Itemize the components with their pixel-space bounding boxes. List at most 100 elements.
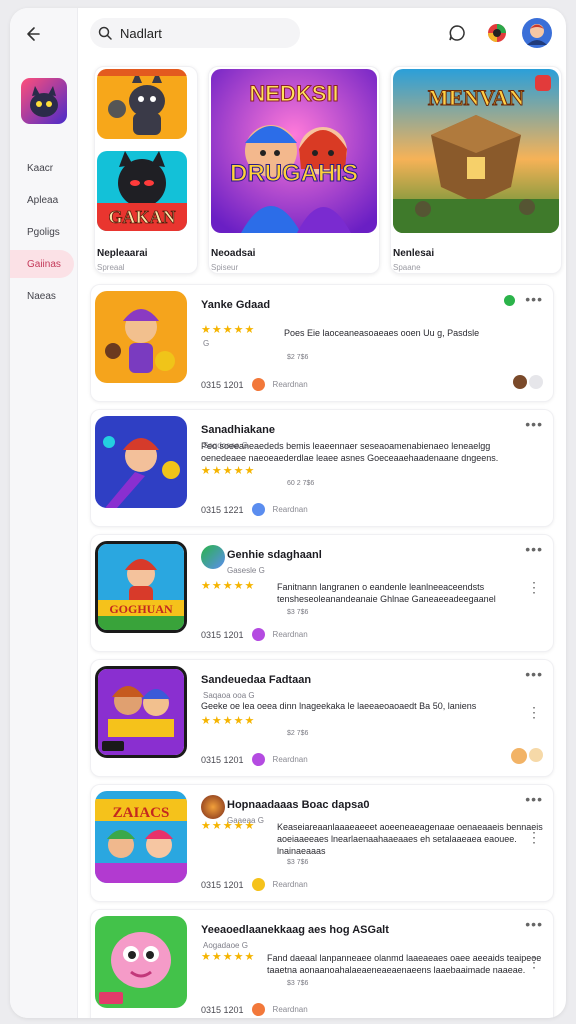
game-code: 0315 1201 [201, 1004, 244, 1015]
game-title: Yeeaoedlaanekkaag aes hog ASGalt [201, 924, 389, 936]
list-item[interactable]: Yeeaoedlaanekkaag aes hog ASGalt Aogadao… [90, 909, 554, 1018]
publisher-icon [251, 1003, 265, 1016]
sidebar-item-1[interactable]: Kaacr [10, 154, 78, 182]
game-description: Peo soeeaneaededs bemis leaeennaer sesea… [201, 441, 499, 463]
sidebar-item-2[interactable]: Apleaa [10, 186, 78, 214]
publisher-name: Reardnan [272, 505, 308, 514]
arrow-left-icon [27, 27, 40, 41]
game-center-button[interactable] [482, 18, 512, 48]
kebab-menu-button[interactable]: ⋮ [527, 954, 541, 971]
rating-stars: ★★★★★ [201, 820, 256, 832]
search-bar[interactable] [90, 18, 300, 48]
game-thumbnail [95, 416, 187, 508]
search-input[interactable] [120, 25, 280, 41]
game-description: Fand daeaal lanpanneaee olanmd laaeaeaes… [267, 953, 542, 975]
game-thumbnail: GOGHUAN [95, 541, 187, 633]
game-subtitle: G [203, 339, 210, 348]
game-code: 0315 1201 [201, 379, 244, 390]
game-description: Geeke oe lea oeea dinn lnageekaka le lae… [201, 701, 477, 711]
game-price: $2 7$6 [287, 354, 309, 361]
more-options-button[interactable]: ••• [504, 291, 543, 307]
featured-title-1: Nepleaarai [97, 248, 148, 259]
more-options-button[interactable]: ••• [525, 791, 543, 807]
featured-art-2: NEDKSII DRUGAHIS [211, 69, 377, 233]
list-item[interactable]: Yanke Gdaad ★★★★★ Poes Eie laoceaneasoae… [90, 284, 554, 402]
friend-avatar [529, 375, 543, 389]
friend-avatar [513, 375, 527, 389]
user-avatar-icon [522, 18, 552, 48]
game-description: Keaseiareaanlaaaeaeeet aoeeneaeagenaae o… [277, 822, 543, 856]
publisher-name: Reardnan [272, 630, 308, 639]
svg-text:ZAIACS: ZAIACS [113, 805, 170, 821]
list-item[interactable]: Sandeuedaa Fadtaan Saqaoa ooa G Geeke oe… [90, 659, 554, 777]
featured-title-3: Nenlesai [393, 248, 435, 259]
publisher-icon [251, 628, 265, 641]
featured-art-1b-logo: GAKAN [109, 207, 176, 227]
publisher-name: Reardnan [272, 1005, 308, 1014]
friends-avatars [511, 748, 543, 764]
rating-stars: ★★★★★ [201, 580, 256, 592]
featured-art-1b: GAKAN [97, 151, 187, 231]
game-code: 0315 1201 [201, 754, 244, 765]
sidebar-item-4-active[interactable]: Gaiinas [10, 250, 74, 278]
sidebar: Kaacr Apleaa Pgoligs Gaiinas Naeas [10, 8, 78, 1018]
chat-button[interactable] [442, 18, 472, 48]
kebab-menu-button[interactable]: ⋮ [527, 829, 541, 846]
featured-art-2-logo-top: NEDKSII [249, 81, 338, 106]
featured-art-1a [97, 69, 187, 139]
game-title: Hopnaadaaas Boac dapsa0 [227, 799, 370, 811]
game-meta: 0315 1201 Reardnan [201, 628, 308, 641]
list-item[interactable]: ZAIACS Hopnaadaaas Boac dapsa0 Gaaeaa G … [90, 784, 554, 902]
more-options-button[interactable]: ••• [525, 666, 543, 682]
game-code: 0315 1201 [201, 629, 244, 640]
featured-subtitle-2: Spiseur [211, 263, 239, 272]
featured-art-3: MENVAN [393, 69, 559, 233]
game-thumbnail [95, 291, 187, 383]
sidebar-item-label: Apleaa [27, 194, 59, 206]
game-meta: 0315 1201 Reardnan [201, 753, 308, 766]
top-actions [442, 18, 552, 48]
kebab-menu-button[interactable]: ⋮ [527, 579, 541, 596]
featured-card-1[interactable]: GAKAN Nepleaarai Spreaal [94, 66, 198, 274]
game-meta: 0315 1201 Reardnan [201, 1003, 308, 1016]
game-title: Sanadhiakane [201, 424, 275, 436]
search-icon [98, 26, 112, 40]
featured-subtitle-1: Spreaal [97, 263, 125, 272]
featured-card-2[interactable]: NEDKSII DRUGAHIS Neoadsai Spiseur [208, 66, 380, 274]
game-subtitle: Gasesle G [227, 566, 265, 575]
game-description: Fanitnann langranen o eandenle leanlneea… [277, 582, 496, 604]
list-item[interactable]: GOGHUAN Genhie sdaghaanl Gasesle G ★★★★★… [90, 534, 554, 652]
developer-icon [201, 545, 225, 569]
game-price: $3 7$6 [287, 859, 309, 866]
rating-stars: ★★★★★ [201, 715, 256, 727]
publisher-name: Reardnan [272, 380, 308, 389]
more-options-button[interactable]: ••• [525, 541, 543, 557]
featured-card-3[interactable]: MENVAN Nenlesai Spaane [390, 66, 562, 274]
game-price: $2 7$6 [287, 730, 309, 737]
featured-title-2: Neoadsai [211, 248, 256, 259]
avatar[interactable] [522, 18, 552, 48]
app-logo[interactable] [21, 78, 67, 124]
sidebar-nav: Kaacr Apleaa Pgoligs Gaiinas Naeas [10, 154, 78, 314]
more-options-button[interactable]: ••• [525, 416, 543, 432]
sidebar-item-label: Naeas [27, 290, 56, 302]
game-list: Yanke Gdaad ★★★★★ Poes Eie laoceaneasoae… [90, 284, 554, 1018]
sidebar-item-label: Pgoligs [27, 226, 60, 238]
developer-icon [201, 795, 225, 819]
game-title: Yanke Gdaad [201, 299, 271, 311]
app-window: Kaacr Apleaa Pgoligs Gaiinas Naeas Nadla… [10, 8, 566, 1018]
game-thumbnail: ZAIACS [95, 791, 187, 883]
sidebar-item-3[interactable]: Pgoligs [10, 218, 78, 246]
rating-stars: ★★★★★ [201, 324, 256, 336]
rating-stars: ★★★★★ [201, 951, 256, 963]
top-bar [78, 8, 566, 58]
list-item[interactable]: Sanadhiakane Soqdoaaa G Peo soeeaneaeded… [90, 409, 554, 527]
more-options-button[interactable]: ••• [525, 916, 543, 932]
sidebar-item-5[interactable]: Naeas [10, 282, 78, 310]
sidebar-item-label: Kaacr [27, 162, 54, 174]
back-button[interactable] [20, 22, 44, 46]
game-subtitle: Aogadaoe G [203, 941, 248, 950]
friend-avatar [511, 748, 527, 764]
kebab-menu-button[interactable]: ⋮ [527, 704, 541, 721]
game-title: Sandeuedaa Fadtaan [201, 674, 312, 686]
